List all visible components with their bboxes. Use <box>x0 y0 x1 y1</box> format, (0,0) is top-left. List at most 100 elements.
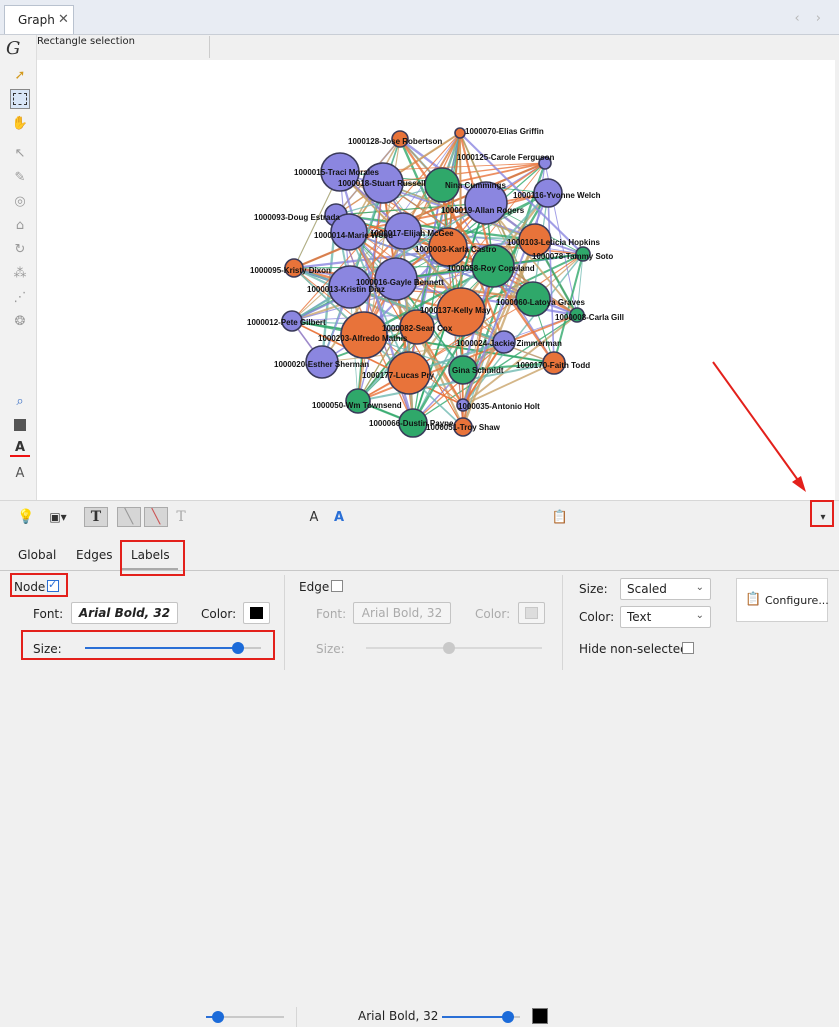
panel-separator <box>284 575 285 670</box>
node-label: 1000128-Jose Robertson <box>348 137 442 146</box>
label-size-slider-fill <box>442 1016 508 1018</box>
node-label: 1000051-Troy Shaw <box>426 423 501 432</box>
edge-color-label: Color: <box>475 607 511 621</box>
mode-separator <box>209 36 210 58</box>
rectangle-selection-icon[interactable] <box>10 89 30 109</box>
screenshot-icon[interactable]: ▣▾ <box>44 507 72 527</box>
tab-graph-label: Graph <box>18 13 55 27</box>
node-label: 1000095-Kristy Dixon <box>250 266 331 275</box>
clipboard-icon: 📋 <box>745 592 762 607</box>
add-node-icon[interactable]: ⁂ <box>10 263 30 283</box>
annotation-box-size <box>21 630 275 660</box>
chevron-down-icon: ⌄ <box>695 610 704 621</box>
font-a-glyph: A <box>309 509 319 525</box>
edge-font-button[interactable]: Arial Bold, 32 <box>353 602 451 624</box>
add-edge-icon[interactable]: ⋰ <box>10 287 30 307</box>
close-icon[interactable]: ✕ <box>58 12 69 27</box>
node-label: 1000093-Doug Estrada <box>254 213 340 222</box>
node-label: 1000012-Pete Gilbert <box>247 318 326 327</box>
tab-graph[interactable]: Graph ✕ <box>4 5 74 34</box>
label-size-slider-knob[interactable] <box>502 1011 514 1023</box>
edge-color-icon[interactable]: ╲ <box>144 507 168 527</box>
node-label: 1000125-Carole Ferguson <box>457 153 554 162</box>
show-edge-labels-icon[interactable]: T <box>170 507 192 527</box>
tab-global[interactable]: Global <box>18 548 56 562</box>
configure-button[interactable]: 📋 Configure... <box>736 578 829 622</box>
node-label: 1000017-Elijah McGee <box>370 229 454 238</box>
node-label: 1000035-Antonio Holt <box>458 402 540 411</box>
node-label: 1000018-Stuart Russell <box>338 179 426 188</box>
node-color-swatch <box>250 607 263 619</box>
edge-labels-title: Edge <box>299 580 330 594</box>
pencil-icon[interactable]: ✎ <box>10 167 30 187</box>
panel-separator <box>562 575 563 670</box>
label-size-icon[interactable]: A <box>10 463 30 483</box>
node-label: 1000015-Traci Morales <box>294 168 379 177</box>
node-label: 1000024-Jackie Zimmerman <box>456 339 562 348</box>
paint-bucket-icon[interactable]: ⌂ <box>10 215 30 235</box>
chevron-down-icon: ⌄ <box>695 582 704 593</box>
node-label: Gina Schmidt <box>452 366 504 375</box>
font-a-glyph: A <box>333 509 345 525</box>
background-color-icon[interactable] <box>10 415 30 435</box>
node-label: 1000050-Wm Townsend <box>312 401 402 410</box>
edge-font-label: Font: <box>316 607 347 621</box>
node-label: 1000082-Sean Cox <box>382 324 453 333</box>
node-label: 1000019-Allan Rogers <box>441 206 525 215</box>
color-mode-dropdown[interactable]: Text ⌄ <box>620 606 711 628</box>
edge-labels-checkbox[interactable] <box>331 580 343 592</box>
scale-size-label: Size: <box>579 582 608 596</box>
node-label: 1000016-Gayle Bennett <box>356 278 444 287</box>
node-label: 1000008-Carla Gill <box>555 313 624 322</box>
rotate-icon[interactable]: ↻ <box>10 239 30 259</box>
node-label: 1000103-Leticia Hopkins <box>507 238 600 247</box>
node-label: 1000203-Alfredo Mathis <box>318 334 408 343</box>
label-color-icon[interactable]: A <box>10 439 30 457</box>
size-mode-value: Scaled <box>627 582 667 596</box>
font-decrease-icon[interactable]: A <box>305 507 323 527</box>
annotation-box-labels-tab <box>120 540 185 576</box>
zoom-icon[interactable]: ⌕ <box>10 391 30 411</box>
edge-color-swatch <box>525 607 538 619</box>
size-mode-dropdown[interactable]: Scaled ⌄ <box>620 578 711 600</box>
label-color-swatch[interactable] <box>532 1008 548 1024</box>
node-font-button[interactable]: Arial Bold, 32 <box>71 602 178 624</box>
node-label: Nina Cummings <box>445 181 506 190</box>
graph-node[interactable] <box>454 127 466 139</box>
node-label: 1000170-Faith Todd <box>516 361 590 370</box>
node-font-label: Font: <box>33 607 64 621</box>
annotation-box-node <box>10 573 68 597</box>
drag-hand-icon[interactable]: ✋ <box>10 113 30 133</box>
label-font-name[interactable]: Arial Bold, 32 <box>358 1009 438 1023</box>
edge-size-slider-knob[interactable] <box>443 642 455 654</box>
color-mode-label: Color: <box>579 610 615 624</box>
edge-visibility-icon[interactable]: ╲ <box>117 507 141 527</box>
toolbar-separator <box>296 1007 297 1027</box>
node-color-label: Color: <box>201 607 237 621</box>
edge-size-label: Size: <box>316 642 345 656</box>
edge-color-button[interactable] <box>518 602 545 624</box>
edge-resize-icon[interactable]: ◎ <box>10 191 30 211</box>
node-label: 1000070-Elias Griffin <box>465 127 544 136</box>
node-label: 1000078-Tammy Soto <box>532 252 613 261</box>
node-label: 1000137-Kelly May <box>420 306 491 315</box>
node-label: 1000003-Karla Castro <box>415 245 496 254</box>
gephi-logo-icon: G <box>6 38 21 59</box>
select-help-icon[interactable]: ↖ <box>10 143 30 163</box>
node-label: 1000058-Roy Copeland <box>447 264 535 273</box>
font-increase-icon[interactable]: A <box>330 507 348 527</box>
configure-button-label: Configure... <box>765 594 829 607</box>
tab-nav-arrows-icon[interactable]: ‹ › <box>794 11 827 26</box>
show-node-labels-icon[interactable]: T <box>84 507 108 527</box>
hide-non-selected-label: Hide non-selected <box>579 642 688 656</box>
tab-edges[interactable]: Edges <box>76 548 112 562</box>
edge-scale-slider-knob[interactable] <box>212 1011 224 1023</box>
node-label: 1000116-Yvonne Welch <box>513 191 601 200</box>
shortest-path-icon[interactable]: ❂ <box>10 311 30 331</box>
left-toolbar: G ➚ ✋ ↖ ✎ ◎ ⌂ ↻ ⁂ ⋰ ❂ ⌕ A A <box>0 35 37 500</box>
pointer-tool-icon[interactable]: ➚ <box>10 65 30 85</box>
lightbulb-icon[interactable]: 💡 <box>16 507 36 527</box>
label-attributes-icon[interactable]: 📋 <box>551 507 569 527</box>
node-color-button[interactable] <box>243 602 270 624</box>
hide-non-selected-checkbox[interactable] <box>682 642 694 654</box>
